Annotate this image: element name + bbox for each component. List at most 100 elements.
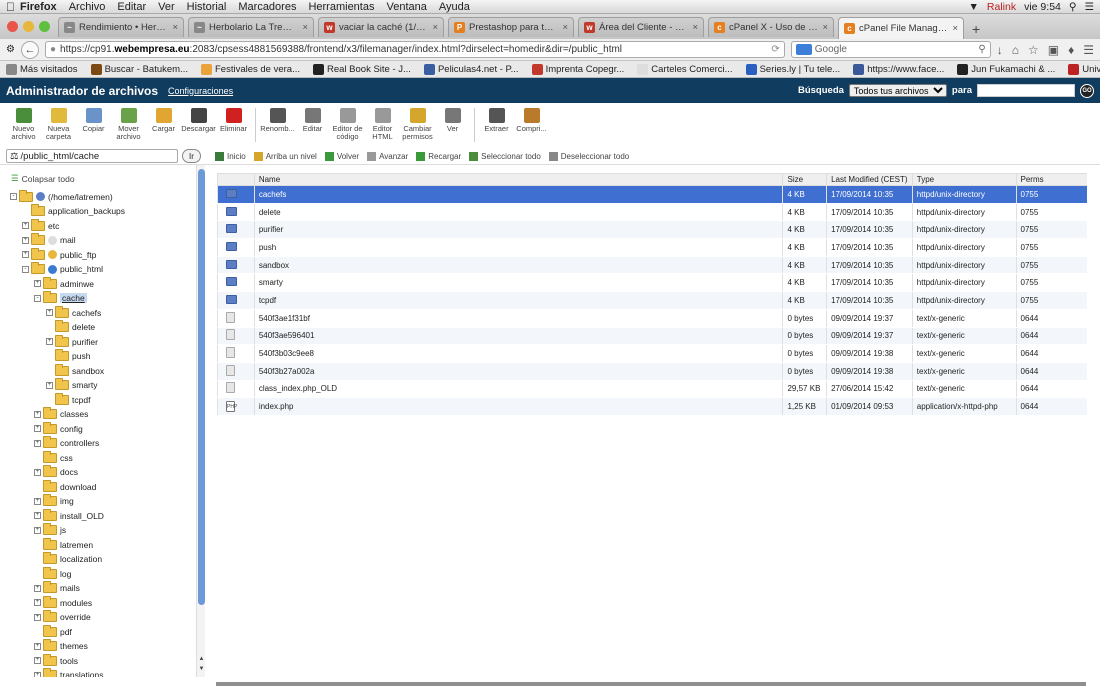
delete-button[interactable]: Eliminar: [216, 108, 251, 133]
bookmark-item[interactable]: Buscar - Batukem...: [90, 63, 188, 75]
tree-node[interactable]: + mails: [34, 581, 80, 595]
collapse-node-icon[interactable]: -: [10, 193, 17, 200]
expand-icon[interactable]: +: [34, 584, 41, 592]
home-icon[interactable]: ⌂: [1012, 43, 1019, 57]
ralink-status[interactable]: Ralink: [987, 1, 1016, 13]
file-row[interactable]: tcpdf 4 KB 17/09/2014 10:35 httpd/unix-dire…: [217, 291, 1087, 310]
tree-node[interactable]: + classes: [34, 407, 88, 421]
tab-close-icon[interactable]: ×: [172, 22, 178, 33]
tree-node[interactable]: - public_html: [22, 262, 103, 276]
edit-button[interactable]: Editar: [295, 108, 330, 133]
tree-node[interactable]: latremen: [34, 537, 93, 551]
column-header-name[interactable]: Name: [253, 173, 783, 186]
tree-node[interactable]: pdf: [34, 624, 72, 638]
browser-tab[interactable]: w Área del Cliente - web... ×: [578, 17, 704, 37]
column-header-perms[interactable]: Perms: [1015, 173, 1087, 186]
expand-icon[interactable]: +: [34, 599, 41, 606]
tab-close-icon[interactable]: ×: [692, 22, 698, 33]
code-editor-button[interactable]: Editor de código: [330, 108, 365, 141]
menu-item-herramientas[interactable]: Herramientas: [308, 1, 374, 13]
rename-button[interactable]: Renomb...: [260, 108, 295, 133]
new-tab-button[interactable]: +: [972, 21, 980, 37]
tab-close-icon[interactable]: ×: [822, 22, 828, 33]
settings-link[interactable]: Configuraciones: [168, 86, 233, 96]
search-bar[interactable]: Google ⚲: [790, 41, 991, 58]
menu-item-archivo[interactable]: Archivo: [69, 1, 106, 13]
url-bar[interactable]: ● https://cp91. webempresa.eu:2083/cpsess…: [44, 41, 785, 58]
deselect-all-action[interactable]: Deseleccionar todo: [548, 151, 629, 161]
column-header-last[interactable]: Last Modified (CEST): [826, 173, 913, 186]
expand-icon[interactable]: +: [34, 671, 41, 677]
go-button[interactable]: GO: [1080, 83, 1094, 98]
expand-icon[interactable]: +: [34, 439, 41, 447]
tree-node[interactable]: + img: [34, 494, 74, 508]
tree-node[interactable]: + override: [34, 610, 91, 624]
tree-node[interactable]: + public_ftp: [22, 247, 96, 261]
home-action[interactable]: Inicio: [215, 151, 246, 161]
identity-icon[interactable]: ⚙: [6, 44, 15, 55]
bookmark-item[interactable]: Carteles Comerci...: [637, 63, 733, 75]
reload-action[interactable]: Recargar: [416, 151, 461, 161]
tab-close-icon[interactable]: ×: [562, 22, 568, 33]
tab-close-icon[interactable]: ×: [302, 22, 308, 33]
expand-icon[interactable]: +: [34, 468, 41, 476]
list-icon[interactable]: ☰: [1085, 1, 1094, 13]
expand-icon[interactable]: +: [34, 497, 41, 505]
tree-node[interactable]: sandbox: [46, 363, 104, 377]
file-row[interactable]: 540f3ae1f31bf 0 bytes 09/09/2014 19:37 text…: [217, 309, 1087, 328]
menu-item-historial[interactable]: Historial: [187, 1, 227, 13]
file-row[interactable]: smarty 4 KB 17/09/2014 10:35 httpd/unix-dir…: [217, 273, 1087, 293]
expand-icon[interactable]: +: [46, 381, 53, 389]
tree-node[interactable]: + cachefs: [46, 305, 101, 319]
new-folder-button[interactable]: Nueva carpeta: [41, 108, 76, 141]
expand-icon[interactable]: +: [34, 410, 41, 418]
tree-node[interactable]: log: [34, 566, 71, 580]
expand-icon[interactable]: +: [34, 425, 41, 432]
expand-icon[interactable]: +: [34, 280, 41, 287]
file-row[interactable]: class_index.php_OLD 29,57 KB 27/06/2014 15…: [217, 380, 1087, 399]
file-row[interactable]: purifier 4 KB 17/09/2014 10:35 httpd/unix-d…: [217, 220, 1087, 240]
go-path-button[interactable]: Ir: [182, 149, 201, 163]
expand-icon[interactable]: +: [46, 309, 53, 316]
bookmark-item[interactable]: Más visitados: [6, 63, 78, 75]
clipboard-icon[interactable]: ▣: [1048, 43, 1059, 57]
close-window-button[interactable]: [7, 21, 18, 32]
bookmark-item[interactable]: Festivales de vera...: [200, 63, 300, 75]
tree-node[interactable]: + adminwe: [34, 276, 94, 290]
move-file-button[interactable]: Mover archivo: [111, 108, 146, 141]
tree-node[interactable]: + purifier: [46, 334, 98, 348]
tree-node[interactable]: application_backups: [22, 204, 125, 218]
addon-icon[interactable]: ♦: [1068, 43, 1074, 57]
tree-node[interactable]: + translations: [34, 668, 103, 677]
browser-tab[interactable]: P Prestashop para tu tien... ×: [448, 17, 574, 37]
browser-tab[interactable]: ~ Rendimiento • Herbola... ×: [58, 17, 184, 37]
tree-node[interactable]: + controllers: [34, 436, 99, 450]
bookmark-item[interactable]: Jun Fukamachi & ...: [957, 63, 1055, 75]
magnifier-icon[interactable]: ⚲: [978, 44, 985, 55]
back-button[interactable]: ←: [20, 40, 39, 59]
file-row[interactable]: 540f3b27a002a 0 bytes 09/09/2014 19:38 text…: [217, 362, 1087, 381]
tree-node[interactable]: + config: [34, 421, 83, 435]
copy-button[interactable]: Copiar: [76, 108, 111, 133]
html-editor-button[interactable]: Editor HTML: [365, 108, 400, 141]
tree-node[interactable]: css: [34, 450, 73, 464]
upload-button[interactable]: Cargar: [146, 108, 181, 133]
bookmark-item[interactable]: Real Book Site - J...: [313, 63, 411, 75]
bookmark-item[interactable]: Peliculas4.net - P...: [423, 63, 519, 75]
clock[interactable]: vie 9:54: [1024, 1, 1061, 13]
tree-node[interactable]: - (/home/latremen): [10, 189, 113, 203]
apple-icon[interactable]: : [6, 0, 20, 14]
tree-node[interactable]: + tools: [34, 653, 78, 667]
compress-button[interactable]: Compri...: [514, 108, 549, 133]
expand-icon[interactable]: +: [22, 251, 29, 258]
file-row[interactable]: PHP index.php 1,25 KB 01/09/2014 09:53 appli…: [217, 397, 1087, 416]
expand-icon[interactable]: +: [22, 236, 29, 244]
wifi-icon[interactable]: ▼: [969, 1, 979, 13]
bookmark-item[interactable]: Universidade de É...: [1068, 63, 1100, 75]
tree-node[interactable]: + modules: [34, 595, 92, 609]
back-action[interactable]: Volver: [324, 151, 359, 161]
file-row[interactable]: cachefs 4 KB 17/09/2014 10:35 httpd/unix-di…: [217, 185, 1087, 204]
view-button[interactable]: Ver: [435, 108, 470, 133]
minimize-window-button[interactable]: [23, 21, 34, 32]
tree-node[interactable]: + docs: [34, 465, 78, 479]
